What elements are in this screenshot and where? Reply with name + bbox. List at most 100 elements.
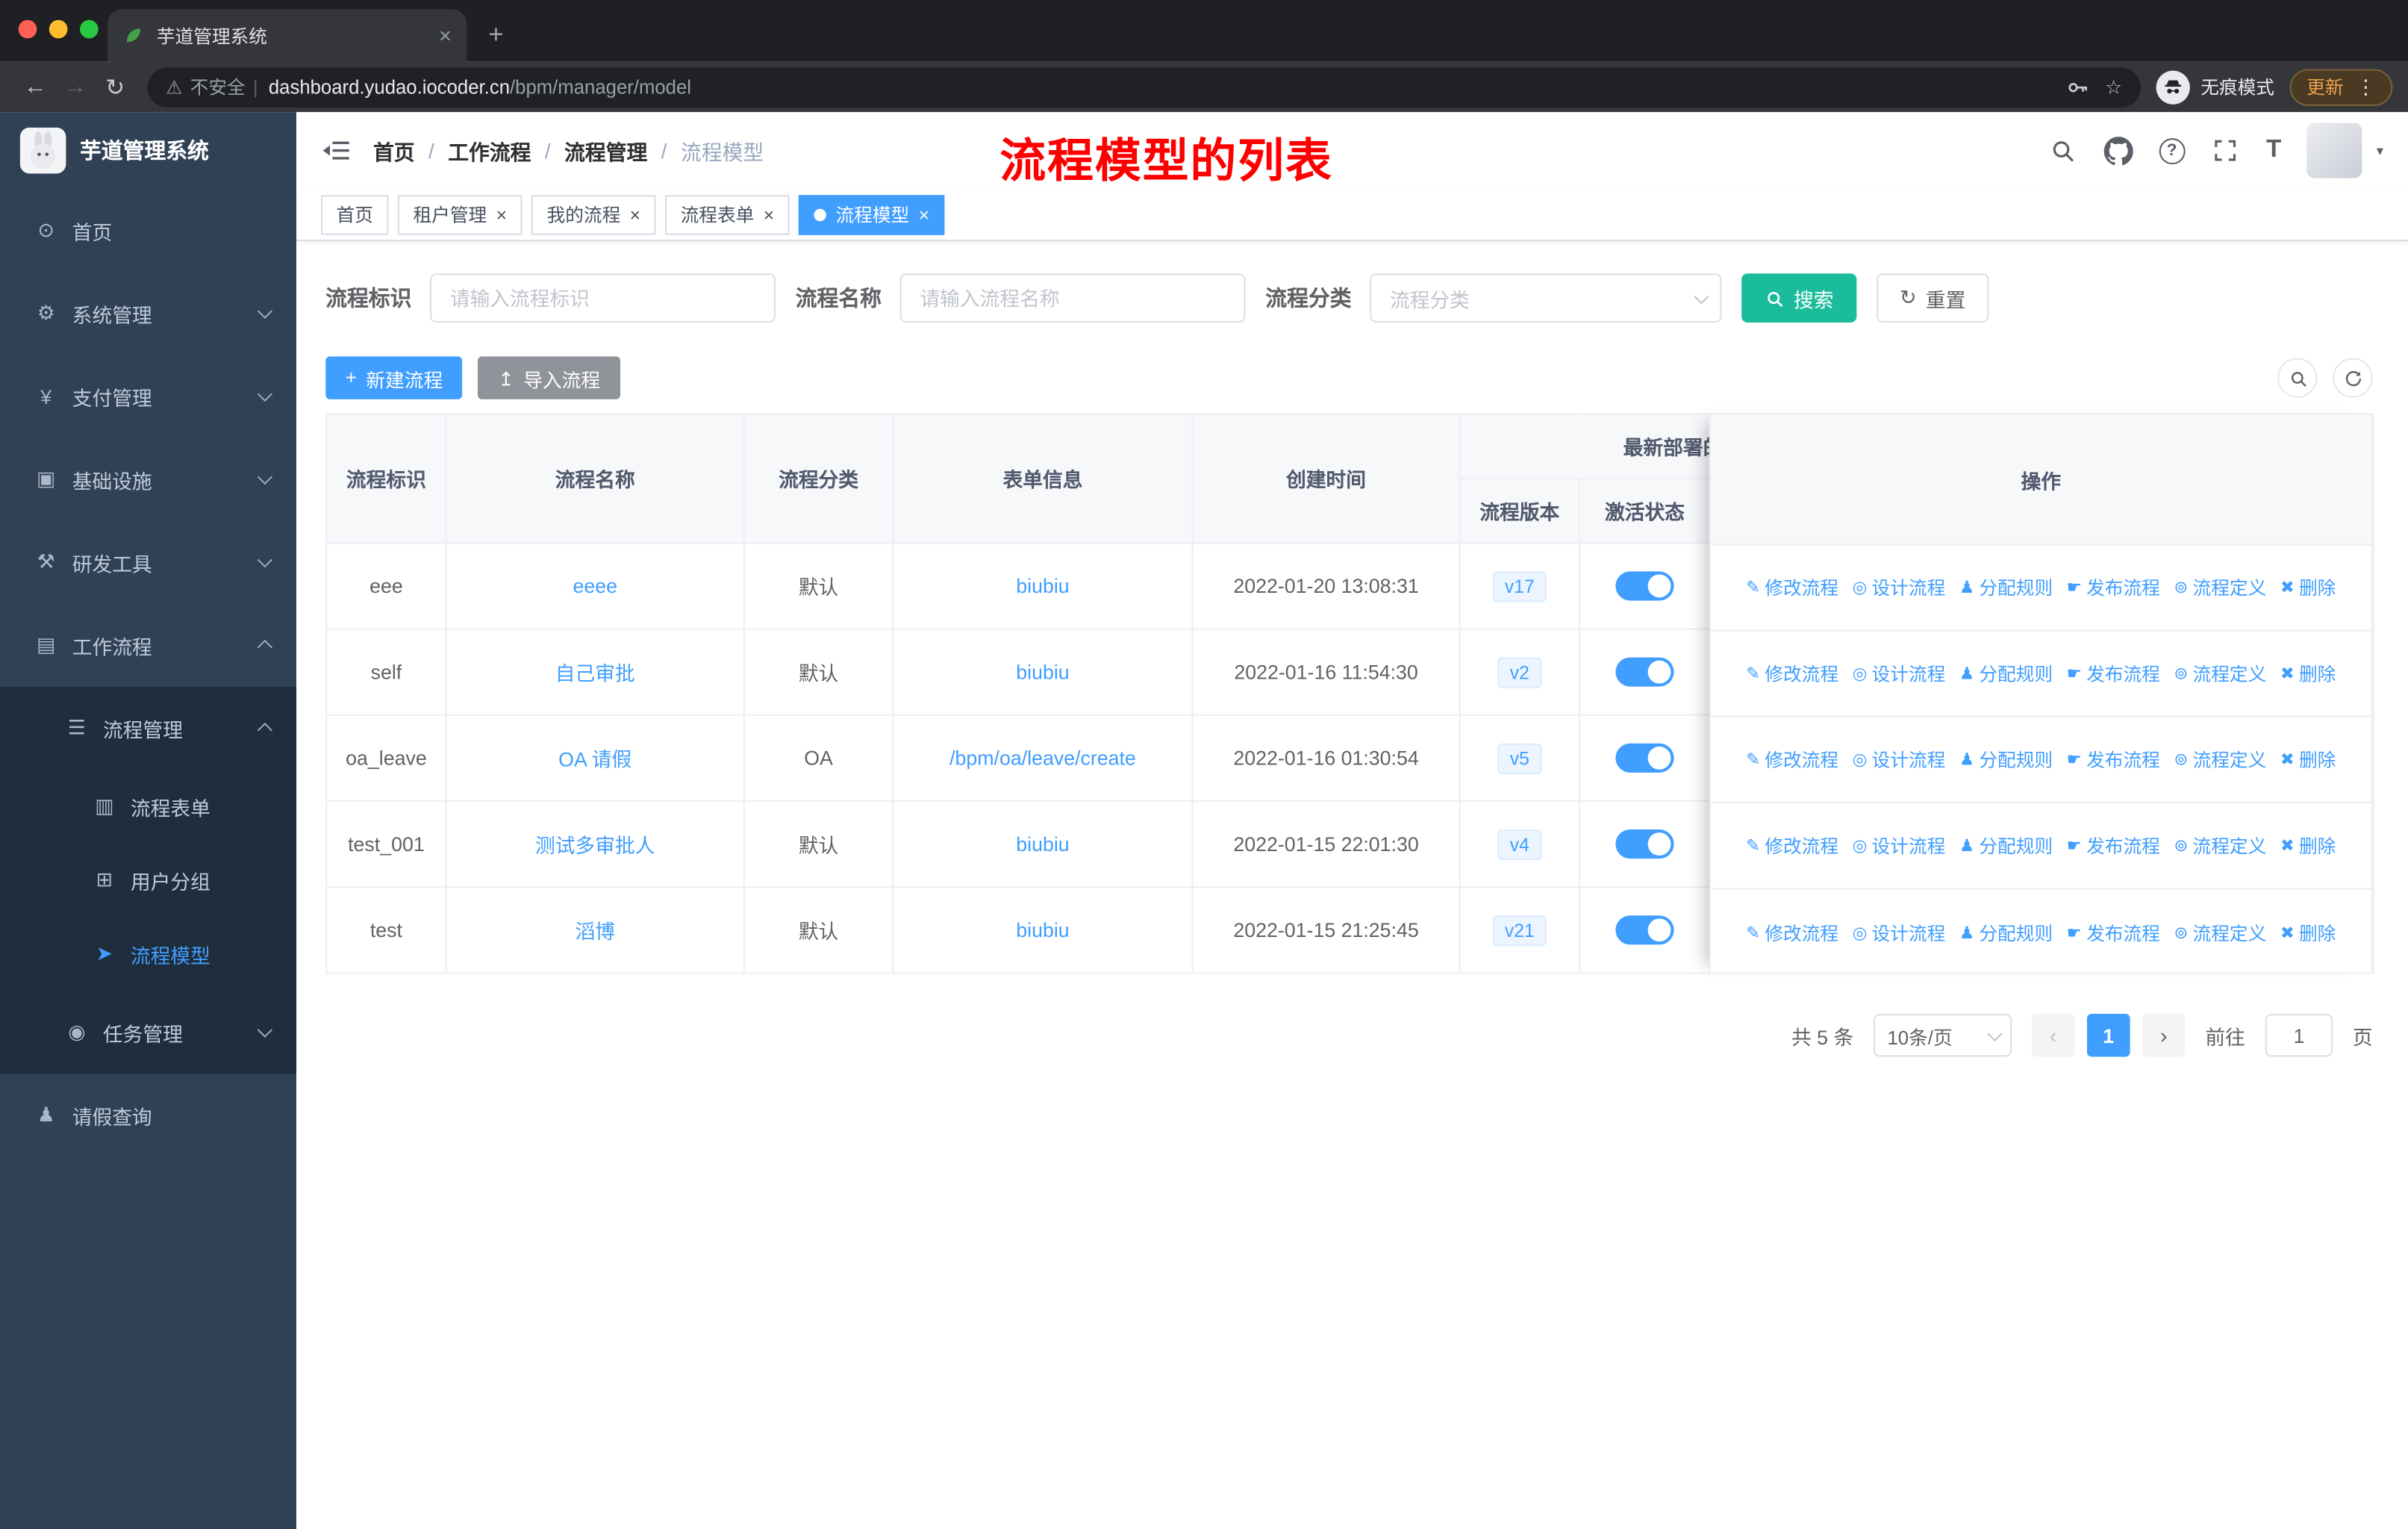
sidebar-item-process-model[interactable]: ➤ 流程模型 bbox=[0, 917, 296, 991]
app-logo-row[interactable]: 芋道管理系统 bbox=[0, 112, 296, 189]
reload-icon[interactable]: ↻ bbox=[96, 73, 135, 101]
edit-process-link[interactable]: ✎ 修改流程 bbox=[1746, 919, 1838, 945]
publish-process-link[interactable]: ☛ 发布流程 bbox=[2067, 747, 2160, 773]
search-button[interactable]: 搜索 bbox=[1741, 273, 1857, 323]
active-toggle[interactable] bbox=[1615, 829, 1674, 859]
new-tab-button[interactable]: + bbox=[488, 20, 503, 51]
refresh-table-button[interactable] bbox=[2333, 358, 2373, 398]
delete-link[interactable]: ✖ 删除 bbox=[2280, 919, 2336, 945]
tag-my-process[interactable]: 我的流程 × bbox=[531, 194, 656, 234]
process-definition-link[interactable]: ⊚ 流程定义 bbox=[2174, 574, 2266, 600]
security-indicator[interactable]: ⚠ 不安全 | bbox=[166, 74, 258, 100]
url-bar[interactable]: ⚠ 不安全 | dashboard.yudao.iocoder.cn/bpm/m… bbox=[147, 66, 2141, 107]
sidebar-toggle-icon[interactable] bbox=[321, 135, 352, 166]
browser-update-button[interactable]: 更新 ⋮ bbox=[2289, 68, 2393, 105]
show-search-button[interactable] bbox=[2277, 358, 2318, 398]
password-key-icon[interactable] bbox=[2065, 75, 2090, 99]
design-process-link[interactable]: ◎ 设计流程 bbox=[1853, 832, 1946, 859]
fullscreen-icon[interactable] bbox=[2211, 136, 2240, 165]
sidebar-item-workflow[interactable]: ▤ 工作流程 bbox=[0, 604, 296, 687]
sidebar-item-process-form[interactable]: ▥ 流程表单 bbox=[0, 770, 296, 844]
form-link[interactable]: biubiu bbox=[1016, 661, 1069, 684]
process-name-link[interactable]: eeee bbox=[573, 574, 617, 597]
sidebar-item-leave-query[interactable]: ♟ 请假查询 bbox=[0, 1074, 296, 1156]
sidebar-item-home[interactable]: ⊙ 首页 bbox=[0, 189, 296, 272]
process-name-link[interactable]: OA 请假 bbox=[558, 748, 631, 771]
process-name-link[interactable]: 测试多审批人 bbox=[535, 834, 655, 857]
publish-process-link[interactable]: ☛ 发布流程 bbox=[2067, 919, 2160, 945]
bookmark-star-icon[interactable]: ☆ bbox=[2105, 75, 2122, 99]
design-process-link[interactable]: ◎ 设计流程 bbox=[1853, 747, 1946, 773]
publish-process-link[interactable]: ☛ 发布流程 bbox=[2067, 574, 2160, 600]
sidebar-item-system-management[interactable]: ⚙ 系统管理 bbox=[0, 272, 296, 355]
edit-process-link[interactable]: ✎ 修改流程 bbox=[1746, 832, 1838, 859]
delete-link[interactable]: ✖ 删除 bbox=[2280, 747, 2336, 773]
active-toggle[interactable] bbox=[1615, 657, 1674, 687]
assign-rule-link[interactable]: ♟ 分配规则 bbox=[1959, 661, 2053, 687]
design-process-link[interactable]: ◎ 设计流程 bbox=[1853, 574, 1946, 600]
back-icon[interactable]: ← bbox=[16, 74, 55, 100]
sidebar-item-payment-management[interactable]: ¥ 支付管理 bbox=[0, 355, 296, 437]
close-icon[interactable]: × bbox=[630, 205, 640, 224]
github-icon[interactable] bbox=[2103, 136, 2133, 165]
close-icon[interactable]: × bbox=[919, 205, 929, 224]
design-process-link[interactable]: ◎ 设计流程 bbox=[1853, 661, 1946, 687]
breadcrumb-workflow[interactable]: 工作流程 bbox=[448, 135, 531, 166]
form-link[interactable]: biubiu bbox=[1016, 832, 1069, 856]
tab-close-icon[interactable]: × bbox=[439, 23, 452, 48]
close-window-button[interactable] bbox=[18, 19, 37, 39]
edit-process-link[interactable]: ✎ 修改流程 bbox=[1746, 574, 1838, 600]
help-icon[interactable]: ? bbox=[2159, 137, 2186, 164]
sidebar-item-process-management[interactable]: ☰ 流程管理 bbox=[0, 687, 296, 770]
assign-rule-link[interactable]: ♟ 分配规则 bbox=[1959, 832, 2053, 859]
publish-process-link[interactable]: ☛ 发布流程 bbox=[2067, 832, 2160, 859]
sidebar-item-dev-tools[interactable]: ⚒ 研发工具 bbox=[0, 520, 296, 603]
assign-rule-link[interactable]: ♟ 分配规则 bbox=[1959, 747, 2053, 773]
form-link[interactable]: /bpm/oa/leave/create bbox=[949, 747, 1136, 770]
minimize-window-button[interactable] bbox=[49, 19, 68, 39]
font-size-icon[interactable]: T bbox=[2266, 137, 2281, 164]
next-page-button[interactable]: › bbox=[2142, 1013, 2186, 1057]
process-name-input[interactable] bbox=[899, 273, 1246, 323]
active-toggle[interactable] bbox=[1615, 571, 1674, 601]
sidebar-item-user-group[interactable]: ⊞ 用户分组 bbox=[0, 844, 296, 918]
search-icon[interactable] bbox=[2048, 136, 2077, 165]
delete-link[interactable]: ✖ 删除 bbox=[2280, 574, 2336, 600]
close-icon[interactable]: × bbox=[496, 205, 507, 224]
forward-icon[interactable]: → bbox=[55, 74, 95, 100]
browser-menu-icon[interactable]: ⋮ bbox=[2356, 75, 2376, 99]
process-name-link[interactable]: 滔博 bbox=[575, 920, 615, 943]
process-name-link[interactable]: 自己审批 bbox=[555, 662, 635, 685]
page-size-select[interactable]: 10条/页 bbox=[1873, 1013, 2012, 1057]
active-toggle[interactable] bbox=[1615, 915, 1674, 945]
sidebar-item-infrastructure[interactable]: ▣ 基础设施 bbox=[0, 437, 296, 520]
page-1-button[interactable]: 1 bbox=[2086, 1013, 2130, 1057]
avatar[interactable] bbox=[2307, 122, 2363, 178]
process-definition-link[interactable]: ⊚ 流程定义 bbox=[2174, 919, 2266, 945]
process-definition-link[interactable]: ⊚ 流程定义 bbox=[2174, 832, 2266, 859]
delete-link[interactable]: ✖ 删除 bbox=[2280, 832, 2336, 859]
process-key-input[interactable] bbox=[430, 273, 776, 323]
assign-rule-link[interactable]: ♟ 分配规则 bbox=[1959, 919, 2053, 945]
assign-rule-link[interactable]: ♟ 分配规则 bbox=[1959, 574, 2053, 600]
breadcrumb-home[interactable]: 首页 bbox=[373, 135, 415, 166]
close-icon[interactable]: × bbox=[764, 205, 774, 224]
goto-page-input[interactable] bbox=[2265, 1013, 2333, 1057]
prev-page-button[interactable]: ‹ bbox=[2031, 1013, 2075, 1057]
edit-process-link[interactable]: ✎ 修改流程 bbox=[1746, 661, 1838, 687]
import-process-button[interactable]: ↥ 导入流程 bbox=[478, 356, 620, 399]
process-definition-link[interactable]: ⊚ 流程定义 bbox=[2174, 747, 2266, 773]
tag-process-form[interactable]: 流程表单 × bbox=[665, 194, 790, 234]
form-link[interactable]: biubiu bbox=[1016, 574, 1069, 597]
active-toggle[interactable] bbox=[1615, 743, 1674, 773]
tag-tenant-management[interactable]: 租户管理 × bbox=[397, 194, 523, 234]
design-process-link[interactable]: ◎ 设计流程 bbox=[1853, 919, 1946, 945]
category-select[interactable]: 流程分类 bbox=[1370, 273, 1722, 323]
reset-button[interactable]: ↻ 重置 bbox=[1877, 273, 1989, 323]
edit-process-link[interactable]: ✎ 修改流程 bbox=[1746, 747, 1838, 773]
breadcrumb-process-management[interactable]: 流程管理 bbox=[564, 135, 647, 166]
create-process-button[interactable]: + 新建流程 bbox=[325, 356, 463, 399]
zoom-window-button[interactable] bbox=[79, 19, 99, 39]
sidebar-item-task-management[interactable]: ◉ 任务管理 bbox=[0, 991, 296, 1074]
tag-home[interactable]: 首页 bbox=[320, 194, 389, 234]
